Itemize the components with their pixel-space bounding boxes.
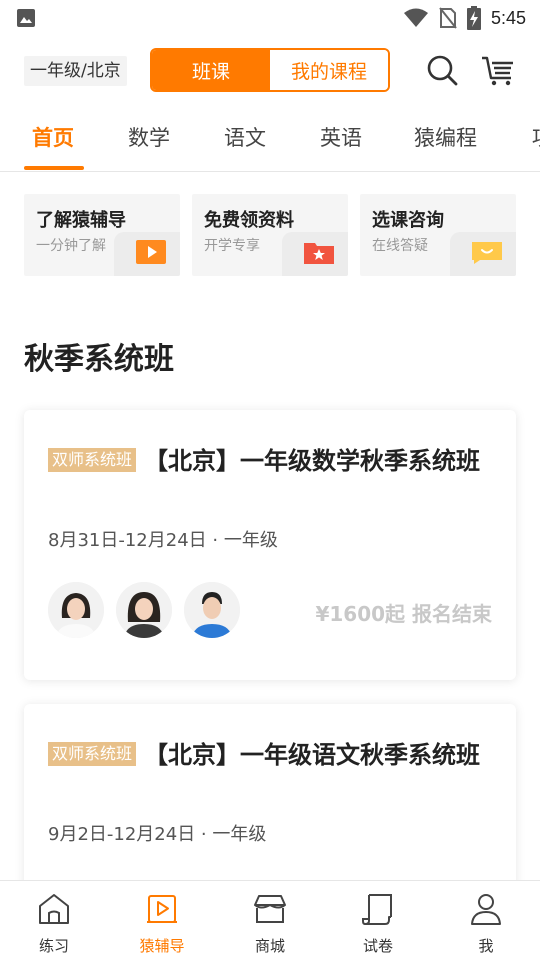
nav-label: 我	[478, 937, 494, 955]
tab-english[interactable]: 英语	[320, 122, 362, 152]
avatar	[116, 582, 172, 638]
paper-scroll-icon	[362, 894, 392, 925]
toggle-class-courses[interactable]: 班课	[152, 50, 270, 90]
nav-label: 猿辅导	[139, 937, 185, 955]
battery-charging-icon	[466, 6, 481, 30]
tab-more[interactable]: 项	[532, 122, 540, 152]
quick-card-consult[interactable]: 选课咨询 在线答疑	[360, 194, 516, 276]
wifi-icon	[403, 8, 428, 27]
home-icon	[39, 894, 69, 924]
store-icon	[254, 895, 286, 923]
image-notification-icon	[17, 9, 35, 27]
quick-card-subtitle: 开学专享	[204, 238, 260, 254]
quick-card-title: 选课咨询	[372, 210, 444, 231]
nav-label: 练习	[38, 937, 69, 955]
nav-label: 商城	[254, 937, 285, 955]
quick-card-subtitle: 在线答疑	[372, 238, 428, 254]
nav-store[interactable]: 商城	[216, 881, 324, 960]
tab-chinese[interactable]: 语文	[224, 122, 266, 152]
quick-card-subtitle: 一分钟了解	[36, 238, 106, 254]
quick-card-title: 了解猿辅导	[36, 210, 126, 231]
status-bar: 5:45	[0, 0, 540, 36]
search-icon[interactable]	[424, 52, 460, 88]
course-title-line: 双师系统班 【北京】一年级语文秋季系统班	[48, 736, 496, 774]
user-icon	[471, 894, 501, 925]
teacher-avatars	[48, 582, 240, 638]
course-title-line: 双师系统班 【北京】一年级数学秋季系统班	[48, 442, 496, 480]
active-tab-indicator	[24, 166, 84, 170]
quick-card-title: 免费领资料	[204, 210, 294, 231]
course-title: 【北京】一年级语文秋季系统班	[144, 741, 481, 769]
nav-yuanfudao[interactable]: 猿辅导	[108, 881, 216, 960]
status-time: 5:45	[490, 7, 526, 28]
tab-coding[interactable]: 猿编程	[414, 122, 477, 152]
play-icon	[147, 895, 177, 923]
course-title: 【北京】一年级数学秋季系统班	[144, 447, 481, 475]
top-header: 一年级/北京 班课 我的课程	[0, 36, 540, 104]
play-icon	[136, 240, 166, 264]
toggle-my-courses[interactable]: 我的课程	[270, 50, 388, 90]
subject-tabs: 首页 数学 语文 英语 猿编程 项	[0, 104, 540, 172]
folder-star-icon	[304, 243, 334, 264]
course-card[interactable]: 双师系统班【北京】一年级数学秋季系统班 8月31日-12月24日 · 一年级	[24, 410, 516, 680]
status-right: 5:45	[403, 6, 526, 30]
nav-practice[interactable]: 练习	[0, 881, 108, 960]
tab-home[interactable]: 首页	[32, 122, 74, 152]
quick-card-free-materials[interactable]: 免费领资料 开学专享	[192, 194, 348, 276]
course-badge: 双师系统班	[48, 448, 137, 472]
course-dates: 9月2日-12月24日 · 一年级	[48, 824, 267, 845]
avatar	[48, 582, 104, 638]
course-price-status: ¥1600起 报名结束	[315, 602, 492, 626]
section-title: 秋季系统班	[24, 342, 174, 377]
chat-smile-icon	[472, 242, 502, 264]
course-type-toggle: 班课 我的课程	[150, 48, 390, 92]
grade-location-selector[interactable]: 一年级/北京	[24, 56, 127, 86]
tab-math[interactable]: 数学	[128, 122, 170, 152]
quick-card-about[interactable]: 了解猿辅导 一分钟了解	[24, 194, 180, 276]
no-sim-icon	[439, 7, 457, 29]
bottom-nav: 练习 猿辅导 商城 试卷 我	[0, 880, 540, 960]
nav-me[interactable]: 我	[432, 881, 540, 960]
course-badge: 双师系统班	[48, 742, 137, 766]
nav-papers[interactable]: 试卷	[324, 881, 432, 960]
cart-icon[interactable]	[480, 52, 516, 88]
avatar	[184, 582, 240, 638]
nav-label: 试卷	[362, 937, 393, 955]
course-dates: 8月31日-12月24日 · 一年级	[48, 530, 278, 551]
